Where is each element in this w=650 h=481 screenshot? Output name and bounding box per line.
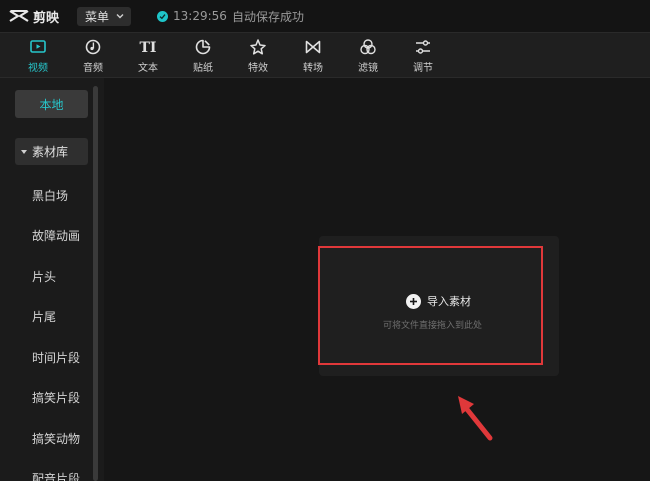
tab-text-label: 文本 (138, 63, 158, 74)
arrow-annotation-icon (458, 396, 493, 441)
media-toolbar: 视频 音频 TI 文本 贴纸 特效 转场 滤镜 调节 (0, 32, 650, 78)
import-material-button[interactable]: 导入素材 (406, 293, 471, 309)
caret-down-icon (21, 149, 27, 154)
sticker-icon (195, 39, 211, 55)
tab-filter-label: 滤镜 (358, 63, 378, 74)
tab-video-label: 视频 (28, 63, 48, 74)
text-icon: TI (140, 40, 157, 56)
autosave-time: 13:29:56 (173, 9, 227, 23)
chevron-down-icon (116, 14, 124, 19)
filter-icon (360, 39, 376, 55)
tab-adjust-label: 调节 (413, 63, 433, 74)
sidebar-item-intro[interactable]: 片头 (32, 268, 56, 285)
tab-effects[interactable]: 特效 (236, 37, 280, 77)
sidebar-library-label: 素材库 (32, 145, 69, 159)
app-window: 剪映 菜单 13:29:56 自动保存成功 视频 音频 TI 文本 贴纸 特效 … (0, 0, 650, 481)
tab-adjust[interactable]: 调节 (401, 37, 445, 77)
sidebar-item-local[interactable]: 本地 (15, 90, 88, 118)
tab-video[interactable]: 视频 (16, 37, 60, 77)
tab-sticker-label: 贴纸 (193, 63, 213, 74)
plus-icon (406, 293, 421, 309)
tab-text[interactable]: TI 文本 (126, 37, 170, 77)
tab-audio-label: 音频 (83, 63, 103, 74)
sidebar-item-voiceover-clip[interactable]: 配音片段 (32, 470, 80, 481)
adjust-icon (416, 40, 430, 54)
sidebar-item-funny-clip[interactable]: 搞笑片段 (32, 389, 80, 406)
menu-button-label: 菜单 (85, 9, 110, 24)
sidebar-item-outro[interactable]: 片尾 (32, 308, 56, 325)
autosave-text: 自动保存成功 (231, 9, 304, 24)
tab-audio[interactable]: 音频 (71, 37, 115, 77)
sidebar-item-glitch[interactable]: 故障动画 (32, 227, 80, 244)
video-icon (30, 40, 46, 53)
capcut-logo-icon (9, 10, 29, 22)
autosave-status: 13:29:56 自动保存成功 (157, 8, 304, 25)
transition-icon (305, 40, 321, 54)
tab-filter[interactable]: 滤镜 (346, 37, 390, 77)
app-logo: 剪映 (8, 7, 59, 26)
svg-text:TI: TI (140, 40, 157, 56)
tab-transition[interactable]: 转场 (291, 37, 335, 77)
tab-sticker[interactable]: 贴纸 (181, 37, 225, 77)
check-icon (157, 10, 169, 22)
sidebar-scrollbar[interactable] (93, 86, 98, 481)
audio-icon (85, 39, 101, 55)
import-hint: 可将文件直接拖入到此处 (383, 321, 483, 331)
title-bar: 剪映 菜单 13:29:56 自动保存成功 (0, 0, 650, 32)
tab-transition-label: 转场 (303, 63, 323, 74)
tab-effects-label: 特效 (248, 63, 268, 74)
sidebar-item-time-clip[interactable]: 时间片段 (32, 349, 80, 366)
sidebar-item-black-white[interactable]: 黑白场 (32, 187, 68, 204)
material-sidebar: 本地 素材库 黑白场 故障动画 片头 片尾 时间片段 搞笑片段 搞笑动物 配音片… (0, 78, 104, 481)
import-label: 导入素材 (427, 295, 471, 308)
effects-icon (250, 39, 266, 55)
menu-button[interactable]: 菜单 (77, 6, 132, 26)
sidebar-item-funny-animal[interactable]: 搞笑动物 (32, 430, 80, 447)
app-name: 剪映 (33, 10, 60, 26)
sidebar-item-library[interactable]: 素材库 (15, 138, 88, 165)
